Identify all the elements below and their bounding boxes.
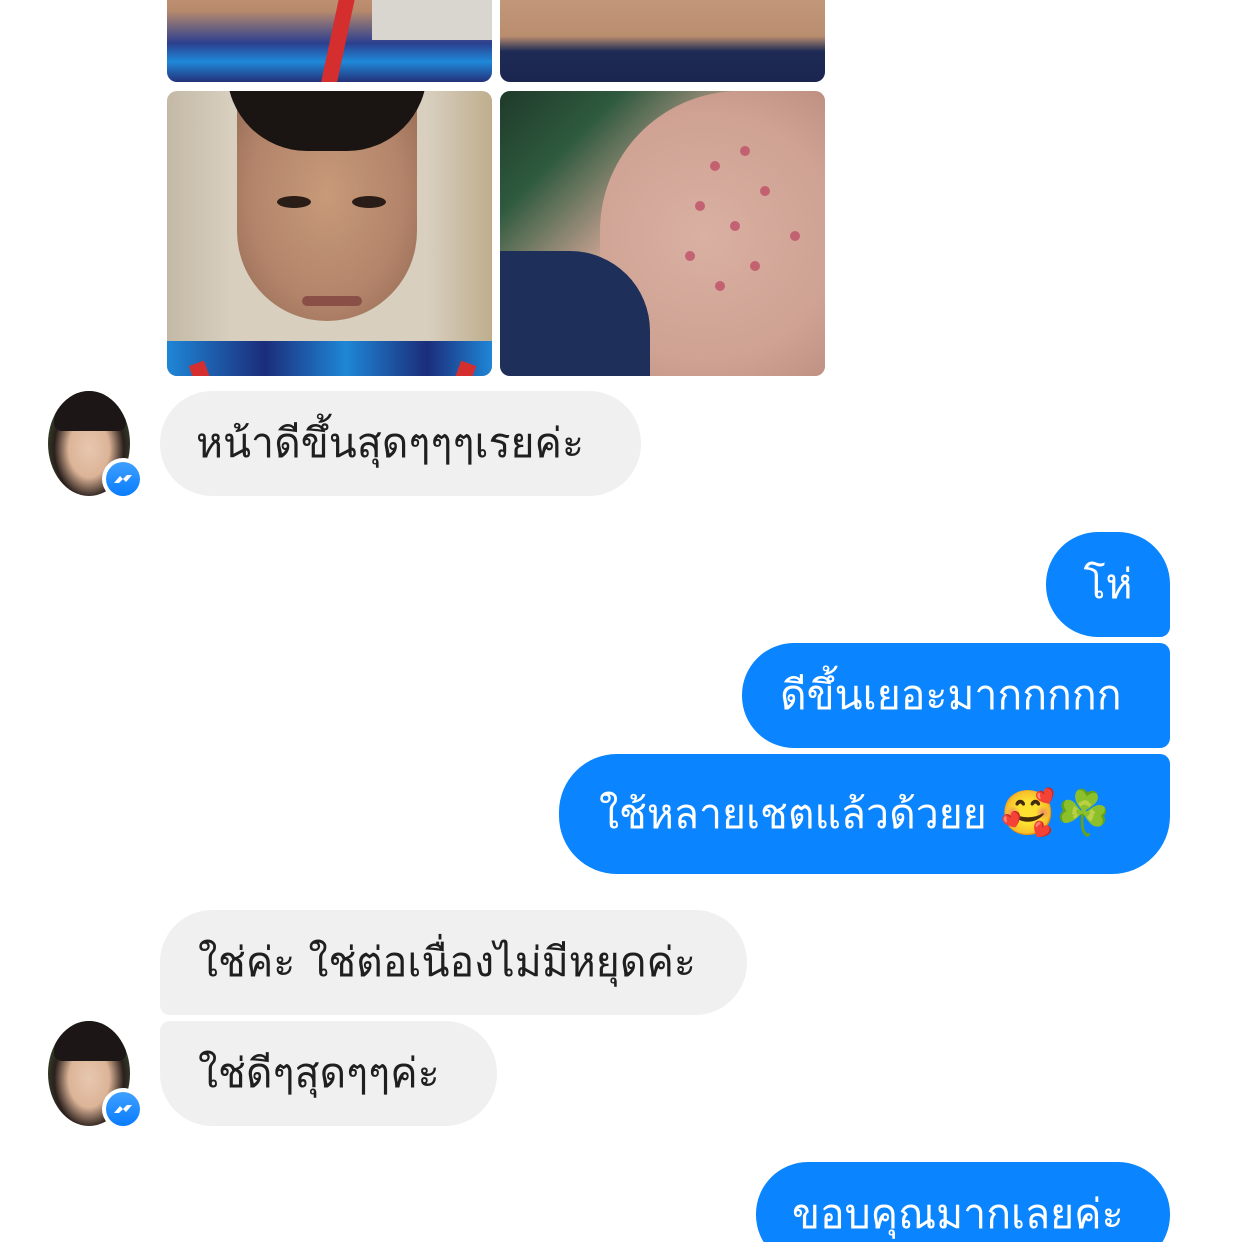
messenger-icon: [102, 1088, 144, 1130]
outgoing-message[interactable]: โห่: [1046, 532, 1170, 637]
shared-photo-bottom-left[interactable]: [167, 91, 492, 376]
incoming-message[interactable]: ใช่ดีๆสุดๆๆค่ะ: [160, 1021, 497, 1126]
message-text: ใช่ค่ะ ใช่ต่อเนื่องไม่มีหยุดค่ะ: [198, 938, 696, 986]
message-text: ใช้หลายเชตแล้วด้วยย: [599, 789, 987, 838]
message-text: ดีขึ้นเยอะมากกกกก: [780, 671, 1122, 719]
incoming-message[interactable]: หน้าดีขึ้นสุดๆๆๆเรยค่ะ: [160, 391, 641, 496]
shared-photo-bottom-right[interactable]: [500, 91, 825, 376]
incoming-message[interactable]: ใช่ค่ะ ใช่ต่อเนื่องไม่มีหยุดค่ะ: [160, 910, 747, 1015]
shared-photo-top-left[interactable]: [167, 0, 492, 82]
message-text: ขอบคุณมากเลยค่ะ: [792, 1190, 1124, 1238]
message-text: ใช่ดีๆสุดๆๆค่ะ: [198, 1049, 440, 1097]
chat-thread: หน้าดีขึ้นสุดๆๆๆเรยค่ะ โห่ ดีขึ้นเยอะมาก…: [0, 0, 1242, 1242]
outgoing-message[interactable]: ดีขึ้นเยอะมากกกกก: [742, 643, 1170, 748]
emoji: 🥰☘️: [1000, 788, 1111, 839]
message-text: หน้าดีขึ้นสุดๆๆๆเรยค่ะ: [196, 419, 584, 467]
shared-photo-top-right[interactable]: [500, 0, 825, 82]
message-text: โห่: [1083, 560, 1133, 608]
outgoing-message[interactable]: ขอบคุณมากเลยค่ะ: [756, 1162, 1170, 1242]
outgoing-message[interactable]: ใช้หลายเชตแล้วด้วยย 🥰☘️: [559, 754, 1170, 874]
messenger-icon: [102, 458, 144, 500]
